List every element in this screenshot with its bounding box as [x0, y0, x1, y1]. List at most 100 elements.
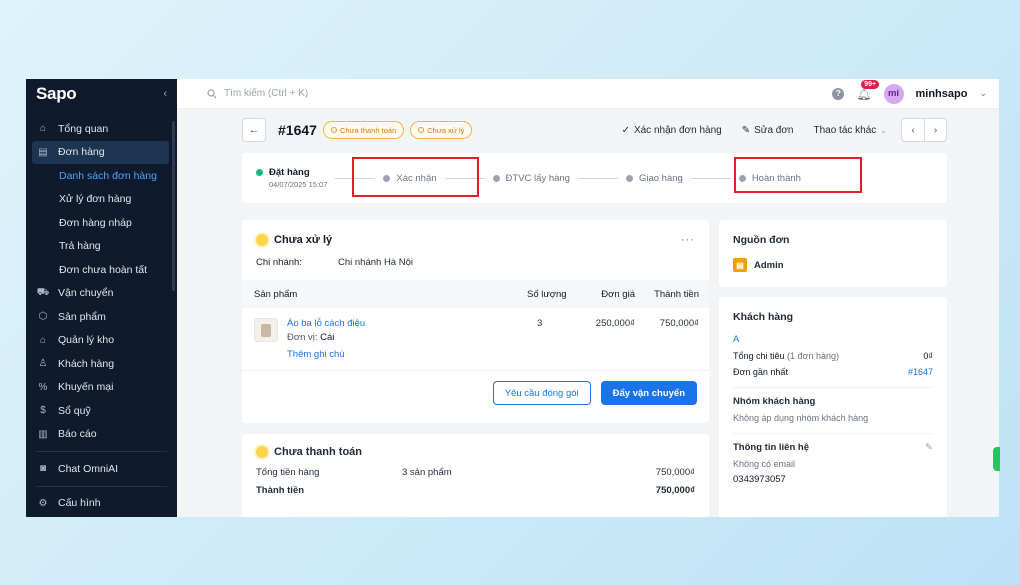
chevron-down-icon: ⌄ — [880, 125, 887, 135]
sidebar-item-orders[interactable]: ▤ Đơn hàng — [32, 140, 169, 164]
subtotal-row: Tổng tiền hàng 3 sản phẩm 750,000₫ — [256, 467, 695, 478]
order-header: ← #1647 Chưa thanh toán Chưa xử lý ✓ Xác … — [242, 117, 947, 143]
sidebar-item-chat-omniai[interactable]: ◙ Chat OmniAI — [26, 457, 177, 481]
sidebar-subitem-draft-orders[interactable]: Đơn hàng nháp — [26, 211, 177, 235]
push-shipping-button[interactable]: Đẩy vận chuyển — [600, 381, 697, 405]
status-circle-icon — [330, 127, 337, 133]
sidebar-divider — [36, 451, 167, 452]
total-row: Thành tiền 750,000₫ — [256, 485, 695, 496]
topbar: Tìm kiếm (Ctrl + K) ? 🔔︎ 99+ mi minhsapo … — [177, 79, 999, 109]
avatar[interactable]: mi — [883, 83, 904, 104]
chevron-down-icon[interactable]: ⌄ — [979, 88, 987, 99]
document-icon: ▤ — [733, 258, 747, 272]
fulfillment-title: Chưa xử lý — [274, 234, 333, 246]
contact-title: Thông tin liên hệ ✎ — [733, 442, 933, 453]
gear-icon: ⚙ — [38, 497, 48, 509]
total-spent-row: Tổng chi tiêu (1 đơn hàng) 0₫ — [733, 351, 933, 361]
step-dot — [256, 169, 263, 176]
collapse-icon[interactable]: ‹ — [163, 88, 167, 100]
order-date: 04/07/2025 15:07 — [269, 180, 328, 189]
branch-value: Chi nhánh Hà Nội — [338, 257, 413, 268]
chart-icon: ▥ — [38, 428, 48, 440]
main-area: Tìm kiếm (Ctrl + K) ? 🔔︎ 99+ mi minhsapo … — [177, 79, 999, 517]
order-icon: ▤ — [38, 146, 48, 158]
username[interactable]: minhsapo — [916, 88, 968, 100]
order-pager: ‹ › — [901, 118, 947, 142]
step-delivering: Giao hàng — [625, 173, 683, 184]
edit-order-button[interactable]: ✎ Sửa đơn — [742, 125, 794, 136]
last-order-row: Đơn gần nhất #1647 — [733, 367, 933, 377]
status-circle-icon — [418, 127, 425, 133]
source-title: Nguồn đơn — [733, 234, 790, 246]
sidebar-scrollbar[interactable] — [172, 121, 175, 291]
chevron-right-icon: › — [933, 124, 938, 136]
contact-phone: 0343973057 — [733, 474, 786, 485]
step-dot — [625, 174, 633, 182]
payment-title: Chưa thanh toán — [274, 446, 363, 458]
search-input[interactable]: Tìm kiếm (Ctrl + K) — [207, 88, 832, 99]
home-icon: ⌂ — [39, 123, 47, 135]
sidebar-subitem-returns[interactable]: Trả hàng — [26, 235, 177, 259]
pencil-icon: ✎ — [741, 124, 751, 136]
sidebar-item-customers[interactable]: ♙ Khách hàng — [26, 352, 177, 376]
next-order-button[interactable]: › — [924, 119, 946, 141]
cashbook-icon: $ — [40, 405, 46, 417]
sidebar-divider — [36, 485, 167, 487]
notification-badge: 99+ — [861, 79, 880, 89]
product-table-header: Sản phẩm Số lượng Đơn giá Thành tiền — [242, 280, 709, 308]
sidebar-item-overview[interactable]: ⌂ Tổng quan — [26, 117, 177, 141]
more-options-icon[interactable]: ··· — [681, 234, 695, 246]
customer-card: Khách hàng A Tổng chi tiêu (1 đơn hàng) 0… — [719, 297, 947, 517]
customer-title: Khách hàng — [733, 311, 794, 323]
pending-status-icon — [256, 234, 268, 246]
confirm-order-button[interactable]: ✓ Xác nhận đơn hàng — [622, 125, 722, 136]
arrow-left-icon: ← — [248, 124, 260, 136]
step-dot — [492, 174, 500, 182]
chevron-left-icon: ‹ — [911, 124, 915, 136]
customer-group-value: Không áp dụng nhóm khách hàng — [733, 413, 869, 423]
logo: Sapo — [36, 84, 77, 103]
product-price: 250,000₫ — [595, 318, 635, 329]
step-connector — [577, 177, 618, 179]
pending-status-icon — [256, 446, 268, 458]
sidebar-item-warehouse[interactable]: ⌂ Quản lý kho — [26, 329, 177, 353]
customer-group-title: Nhóm khách hàng — [733, 396, 816, 407]
chat-widget-tab[interactable] — [993, 447, 1000, 471]
step-ordered: Đặt hàng 04/07/2025 15:07 — [256, 167, 327, 189]
sidebar-item-reports[interactable]: ▥ Báo cáo — [26, 423, 177, 447]
bell-icon[interactable]: 🔔︎ 99+ — [856, 79, 880, 101]
request-packing-button[interactable]: Yêu cầu đóng gói — [492, 381, 591, 405]
sidebar-item-products[interactable]: ⬡ Sản phẩm — [26, 305, 177, 329]
table-row: Áo ba lỗ cách điệu Đơn vị: Cái Thêm ghi … — [242, 308, 709, 360]
help-icon[interactable]: ? — [832, 87, 845, 100]
sidebar-subitem-order-list[interactable]: Danh sách đơn hàng — [26, 164, 177, 188]
sidebar-item-cashbook[interactable]: $ Sổ quỹ — [26, 399, 177, 423]
payment-card: Chưa thanh toán Tổng tiền hàng 3 sản phẩm… — [242, 434, 709, 517]
discount-icon: % — [38, 381, 48, 393]
last-order-link[interactable]: #1647 — [908, 367, 933, 377]
product-name-link[interactable]: Áo ba lỗ cách điệu — [287, 318, 365, 329]
product-qty: 3 — [537, 318, 543, 329]
customer-name-link[interactable]: A — [719, 323, 947, 345]
search-icon — [207, 88, 217, 98]
highlight-box-confirm — [352, 157, 479, 197]
warehouse-icon: ⌂ — [39, 334, 47, 346]
back-button[interactable]: ← — [242, 118, 266, 142]
process-status-badge: Chưa xử lý — [410, 121, 473, 139]
order-detail: ← #1647 Chưa thanh toán Chưa xử lý ✓ Xác … — [242, 117, 947, 517]
order-progress: Đặt hàng 04/07/2025 15:07 Xác nhận ĐTVC l… — [242, 153, 947, 203]
sidebar-subitem-incomplete-orders[interactable]: Đơn chưa hoàn tất — [26, 258, 177, 282]
highlight-box-complete — [734, 157, 862, 193]
sidebar-item-shipping[interactable]: ⛟ Vận chuyển — [26, 282, 177, 306]
source-card: Nguồn đơn ▤ Admin — [719, 220, 947, 287]
sidebar: Sapo ‹ ⌂ Tổng quan ▤ Đơn hàng Danh sách đơ… — [26, 79, 177, 517]
sidebar-subitem-process-orders[interactable]: Xử lý đơn hàng — [26, 188, 177, 212]
more-actions-dropdown[interactable]: Thao tác khác ⌄ — [813, 125, 887, 136]
pencil-icon[interactable]: ✎ — [925, 442, 933, 453]
add-note-link[interactable]: Thêm ghi chú — [287, 349, 365, 360]
sidebar-item-settings[interactable]: ⚙ Cấu hình — [26, 492, 177, 516]
check-icon: ✓ — [621, 124, 630, 136]
sidebar-item-promotions[interactable]: % Khuyến mại — [26, 376, 177, 400]
prev-order-button[interactable]: ‹ — [902, 119, 924, 141]
step-carrier-pickup: ĐTVC lấy hàng — [492, 173, 570, 184]
